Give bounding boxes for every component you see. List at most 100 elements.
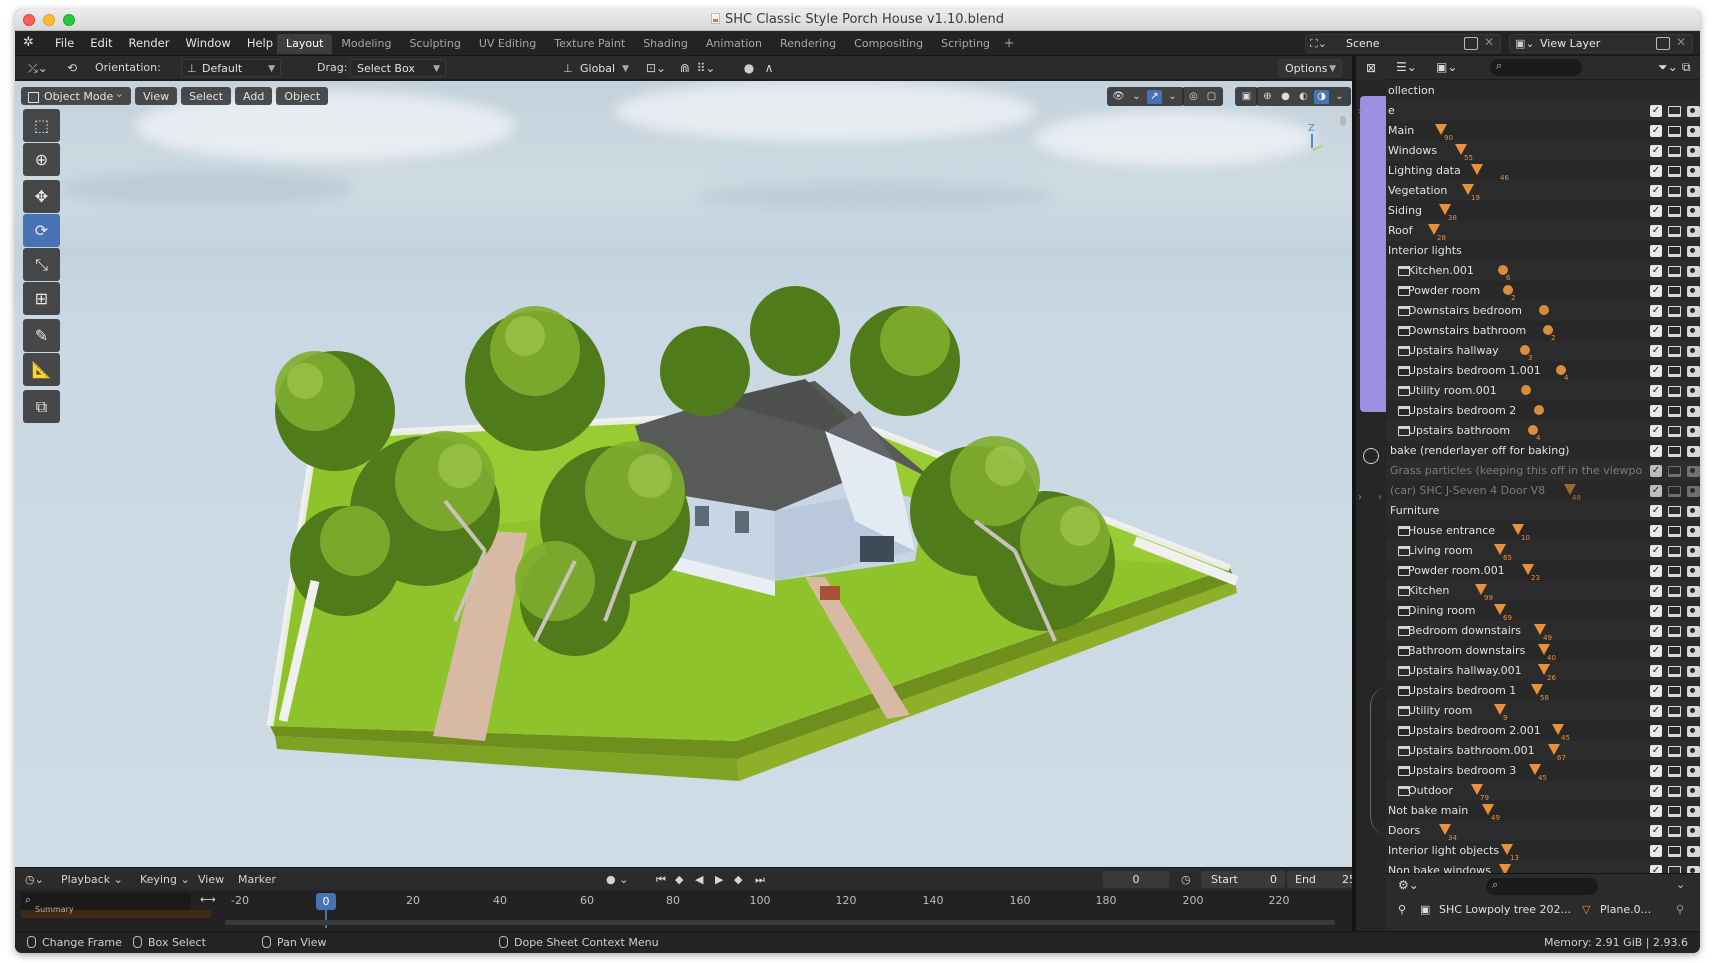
tab-compositing[interactable]: Compositing [845, 34, 932, 54]
new-view-layer-icon[interactable] [1656, 37, 1670, 50]
outliner-editor-type-icon[interactable]: ☰⌄ [1396, 60, 1417, 74]
outliner-row[interactable]: Upstairs bedroom 1 58 ✓ [1386, 681, 1700, 702]
checkbox-icon[interactable]: ✓ [1650, 545, 1662, 557]
checkbox-icon[interactable]: ✓ [1650, 285, 1662, 297]
checkbox-icon[interactable]: ✓ [1650, 125, 1662, 137]
chevron-left-icon[interactable]: ‹ [1378, 492, 1382, 503]
tab-texture-paint[interactable]: Texture Paint [545, 34, 634, 54]
pin-context-icon[interactable]: ⚲ [1398, 903, 1406, 916]
camera-icon[interactable] [1687, 666, 1700, 677]
monitor-icon[interactable] [1668, 426, 1681, 437]
physics-tab-icon[interactable] [1363, 448, 1379, 464]
new-scene-icon[interactable] [1464, 37, 1478, 50]
outliner-row[interactable]: Living room 65 ✓ [1386, 541, 1700, 562]
monitor-icon[interactable] [1668, 846, 1681, 857]
outliner-row[interactable]: Utility room 9 ✓ [1386, 701, 1700, 722]
viewport-menu-add[interactable]: Add [235, 87, 273, 105]
gizmo-toggle-icon[interactable]: ↗ [1147, 89, 1162, 104]
tab-layout[interactable]: Layout [277, 34, 333, 54]
new-collection-icon[interactable]: ⧉ [1682, 60, 1691, 75]
monitor-icon[interactable] [1668, 666, 1681, 677]
camera-icon[interactable] [1687, 306, 1700, 317]
outliner-row[interactable]: Bedroom downstairs 49 ✓ [1386, 621, 1700, 642]
outliner-search-field[interactable]: ⌕ [1490, 59, 1582, 76]
marker-menu[interactable]: Marker [238, 871, 276, 888]
checkbox-icon[interactable]: ✓ [1650, 205, 1662, 217]
outliner-row[interactable]: Siding 38 ✓ [1386, 201, 1700, 222]
camera-icon[interactable] [1687, 806, 1700, 817]
camera-icon[interactable] [1687, 586, 1700, 597]
camera-icon[interactable] [1687, 286, 1700, 297]
proportional-edit-icon[interactable]: ● [739, 59, 759, 77]
annotate-tool-icon[interactable]: ✎ [23, 319, 60, 352]
camera-icon[interactable] [1687, 506, 1700, 517]
outliner-row[interactable]: Downstairs bathroom 2 ✓ [1386, 321, 1700, 342]
checkbox-icon[interactable]: ✓ [1650, 365, 1662, 377]
monitor-icon[interactable] [1668, 226, 1681, 237]
monitor-icon[interactable] [1668, 506, 1681, 517]
timeline-ruler[interactable]: ⌕ ⟷ Summary -20 20 40 60 80 100 120 140 … [15, 890, 1376, 930]
camera-icon[interactable] [1687, 786, 1700, 797]
camera-icon[interactable] [1687, 826, 1700, 837]
transform-tool-icon[interactable]: ⊞ [23, 282, 60, 315]
timer-icon[interactable]: ◷ [1181, 871, 1191, 888]
checkbox-icon[interactable]: ✓ [1650, 465, 1662, 477]
checkbox-icon[interactable]: ✓ [1650, 785, 1662, 797]
checkbox-icon[interactable]: ✓ [1650, 585, 1662, 597]
camera-icon[interactable] [1687, 246, 1700, 257]
monitor-icon[interactable] [1668, 106, 1681, 117]
checkbox-icon[interactable]: ✓ [1650, 525, 1662, 537]
chevron-right-icon[interactable]: › [1358, 492, 1362, 503]
monitor-icon[interactable] [1668, 566, 1681, 577]
menu-edit[interactable]: Edit [82, 31, 120, 56]
close-window-button[interactable] [23, 14, 35, 26]
camera-icon[interactable] [1687, 706, 1700, 717]
camera-icon[interactable] [1687, 346, 1700, 357]
checkbox-icon[interactable]: ✓ [1650, 805, 1662, 817]
monitor-icon[interactable] [1668, 246, 1681, 257]
monitor-icon[interactable] [1668, 806, 1681, 817]
checkbox-icon[interactable]: ✓ [1650, 405, 1662, 417]
editor-type-icon[interactable]: ⤯⌄ [23, 59, 53, 77]
snap-target-icon[interactable]: ⠿⌄ [695, 59, 717, 77]
prev-keyframe-icon[interactable]: ◆ [675, 871, 683, 888]
checkbox-icon[interactable]: ✓ [1650, 165, 1662, 177]
playhead[interactable]: 0 [316, 893, 336, 910]
monitor-icon[interactable] [1668, 786, 1681, 797]
camera-icon[interactable] [1687, 686, 1700, 697]
outliner-row[interactable]: e ✓ [1386, 101, 1700, 121]
properties-editor-icon[interactable]: ⊠ [1356, 56, 1386, 80]
monitor-icon[interactable] [1668, 186, 1681, 197]
chevron-right-icon[interactable]: › [1358, 106, 1362, 117]
viewport-scroll-handle[interactable] [1340, 116, 1346, 126]
checkbox-icon[interactable]: ✓ [1650, 185, 1662, 197]
outliner-row[interactable]: Utility room.001 ✓ [1386, 381, 1700, 401]
view-layer-selector[interactable]: ▣⌄ View Layer ✕ [1509, 34, 1693, 53]
toggle-xray-icon[interactable]: ▣ [1239, 90, 1254, 104]
outliner-row[interactable]: Windows 55 ✓ [1386, 141, 1700, 162]
outliner-row[interactable]: Upstairs bedroom 1.001 4 ✓ [1386, 361, 1700, 382]
timeline-editor-type-icon[interactable]: ◷⌄ [25, 871, 44, 888]
monitor-icon[interactable] [1668, 326, 1681, 337]
checkbox-icon[interactable]: ✓ [1650, 345, 1662, 357]
checkbox-icon[interactable]: ✓ [1650, 305, 1662, 317]
monitor-icon[interactable] [1668, 286, 1681, 297]
monitor-icon[interactable] [1668, 726, 1681, 737]
checkbox-icon[interactable]: ✓ [1650, 725, 1662, 737]
monitor-icon[interactable] [1668, 546, 1681, 557]
checkbox-icon[interactable]: ✓ [1650, 645, 1662, 657]
camera-icon[interactable] [1687, 646, 1700, 657]
drag-dropdown[interactable]: Select Box ▼ [350, 59, 446, 77]
move-tool-icon[interactable]: ✥ [23, 180, 60, 213]
outliner-row[interactable]: Powder room 2 ✓ [1386, 281, 1700, 302]
checkbox-icon[interactable]: ✓ [1650, 325, 1662, 337]
options-dropdown[interactable]: Options ▼ [1278, 59, 1342, 77]
add-workspace-button[interactable]: + [999, 34, 1019, 54]
viewport-menu-view[interactable]: View [135, 87, 178, 105]
monitor-icon[interactable] [1668, 206, 1681, 217]
camera-icon[interactable] [1687, 726, 1700, 737]
checkbox-icon[interactable]: ✓ [1650, 245, 1662, 257]
outliner-row[interactable]: Kitchen.001 6 ✓ [1386, 261, 1700, 282]
wireframe-shading-icon[interactable]: ⊕ [1260, 90, 1275, 104]
pin-icon[interactable]: ⚲ [1676, 903, 1684, 916]
